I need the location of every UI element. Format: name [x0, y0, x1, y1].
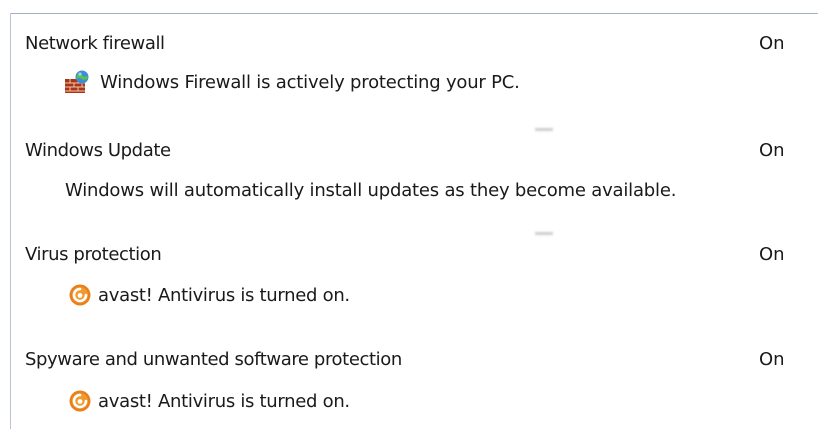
scan-artifact: [535, 232, 553, 235]
scan-artifact: [535, 128, 553, 131]
section-heading: Spyware and unwanted software protection: [25, 349, 402, 370]
section-heading: Windows Update: [25, 140, 171, 161]
section-detail: avast! Antivirus is turned on.: [98, 285, 350, 306]
security-status-panel: Network firewall On Windows Firewall is …: [0, 0, 818, 429]
section-heading: Virus protection: [25, 244, 162, 265]
status-label: On: [759, 244, 785, 265]
section-detail: Windows will automatically install updat…: [65, 180, 677, 201]
status-label: On: [759, 140, 785, 161]
status-label: On: [759, 349, 785, 370]
section-detail: avast! Antivirus is turned on.: [98, 391, 350, 412]
section-spyware-protection: Spyware and unwanted software protection…: [0, 0, 818, 412]
avast-icon: [69, 284, 91, 306]
avast-icon: [69, 390, 91, 412]
